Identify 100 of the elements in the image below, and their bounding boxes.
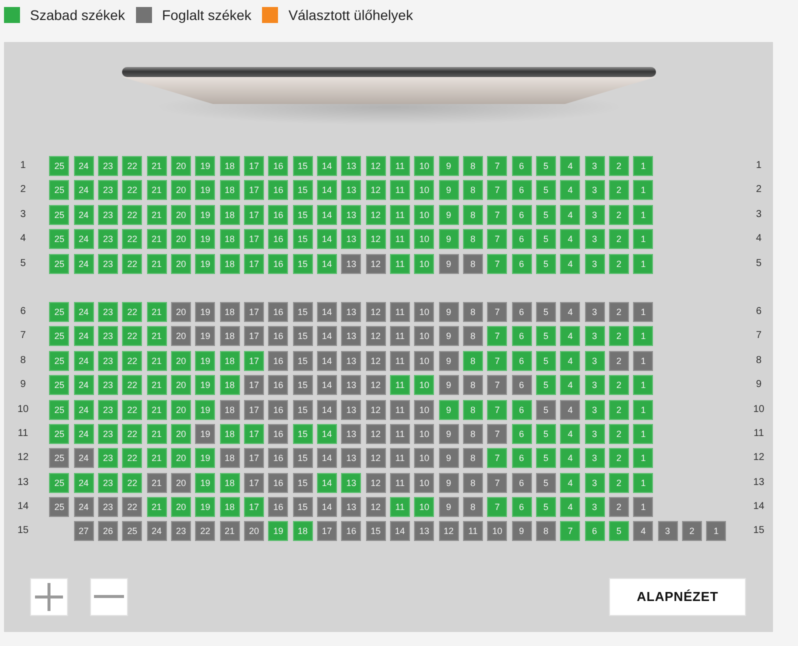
seat[interactable]: 18 <box>220 180 240 200</box>
seat[interactable]: 20 <box>170 350 191 371</box>
seat[interactable]: 22 <box>122 400 142 420</box>
seat[interactable]: 22 <box>122 180 142 200</box>
seat[interactable]: 16 <box>268 180 288 200</box>
seat[interactable]: 8 <box>462 350 483 371</box>
seat[interactable]: 8 <box>462 156 483 176</box>
seat[interactable]: 6 <box>512 448 532 468</box>
seat[interactable]: 2 <box>608 472 629 493</box>
seat[interactable]: 2 <box>608 156 629 176</box>
seat[interactable]: 12 <box>366 229 386 250</box>
seat[interactable]: 6 <box>512 400 532 420</box>
seat[interactable]: 9 <box>438 400 459 420</box>
seat[interactable]: 3 <box>584 424 605 444</box>
seat[interactable]: 24 <box>74 472 94 493</box>
seat[interactable]: 25 <box>49 400 70 420</box>
seat[interactable]: 24 <box>74 302 94 322</box>
seat[interactable]: 21 <box>146 254 167 274</box>
seat[interactable]: 23 <box>98 448 118 468</box>
seat[interactable]: 14 <box>316 472 337 493</box>
seat[interactable]: 23 <box>98 375 118 396</box>
seat[interactable]: 10 <box>414 254 434 274</box>
seat[interactable]: 2 <box>608 180 629 200</box>
seat[interactable]: 24 <box>74 375 94 396</box>
seat[interactable]: 21 <box>146 229 167 250</box>
seat[interactable]: 22 <box>122 375 142 396</box>
seat[interactable]: 15 <box>292 204 313 225</box>
seat[interactable]: 17 <box>244 180 264 200</box>
seat[interactable]: 20 <box>170 180 191 200</box>
seat[interactable]: 3 <box>584 204 605 225</box>
seat[interactable]: 23 <box>98 156 118 176</box>
seat[interactable]: 6 <box>512 424 532 444</box>
seat[interactable]: 6 <box>512 254 532 274</box>
seat[interactable]: 16 <box>268 156 288 176</box>
seat[interactable]: 13 <box>341 156 362 176</box>
seat[interactable]: 23 <box>98 350 118 371</box>
seat[interactable]: 4 <box>560 156 580 176</box>
seat[interactable]: 4 <box>560 375 580 396</box>
seat[interactable]: 25 <box>49 350 70 371</box>
seat[interactable]: 25 <box>49 254 70 274</box>
seat[interactable]: 16 <box>268 254 288 274</box>
seat[interactable]: 22 <box>122 229 142 250</box>
seat[interactable]: 18 <box>220 204 240 225</box>
seat[interactable]: 20 <box>170 400 191 420</box>
seat[interactable]: 2 <box>608 229 629 250</box>
seat[interactable]: 8 <box>462 180 483 200</box>
seat[interactable]: 5 <box>536 350 556 371</box>
seat[interactable]: 23 <box>98 180 118 200</box>
seat[interactable]: 1 <box>633 180 654 200</box>
seat[interactable]: 25 <box>49 472 70 493</box>
seat[interactable]: 20 <box>170 497 191 518</box>
seat[interactable]: 6 <box>512 350 532 371</box>
seat[interactable]: 5 <box>536 229 556 250</box>
seat[interactable]: 1 <box>633 400 654 420</box>
seat[interactable]: 18 <box>220 497 240 518</box>
seat[interactable]: 6 <box>512 229 532 250</box>
seat[interactable]: 7 <box>487 400 508 420</box>
seat[interactable]: 15 <box>292 424 313 444</box>
seat[interactable]: 24 <box>74 424 94 444</box>
seat[interactable]: 4 <box>560 472 580 493</box>
seat[interactable]: 19 <box>268 521 288 542</box>
seat[interactable]: 25 <box>49 424 70 444</box>
seat[interactable]: 15 <box>292 180 313 200</box>
seat[interactable]: 20 <box>170 156 191 176</box>
seat[interactable]: 5 <box>536 326 556 346</box>
seat[interactable]: 3 <box>584 375 605 396</box>
seat[interactable]: 7 <box>487 448 508 468</box>
seat[interactable]: 6 <box>512 156 532 176</box>
seat[interactable]: 11 <box>390 497 410 518</box>
seat[interactable]: 6 <box>512 180 532 200</box>
seat[interactable]: 20 <box>170 229 191 250</box>
seat[interactable]: 24 <box>74 254 94 274</box>
seat[interactable]: 16 <box>268 229 288 250</box>
seat[interactable]: 15 <box>292 229 313 250</box>
seat[interactable]: 9 <box>438 229 459 250</box>
seat[interactable]: 5 <box>536 375 556 396</box>
seat[interactable]: 4 <box>560 180 580 200</box>
seat[interactable]: 3 <box>584 497 605 518</box>
seat[interactable]: 25 <box>49 302 70 322</box>
seat[interactable]: 14 <box>316 229 337 250</box>
seat[interactable]: 24 <box>74 156 94 176</box>
seat[interactable]: 20 <box>170 254 191 274</box>
seat[interactable]: 7 <box>487 350 508 371</box>
seat[interactable]: 18 <box>220 350 240 371</box>
seat[interactable]: 23 <box>98 326 118 346</box>
seat[interactable]: 7 <box>487 254 508 274</box>
seat[interactable]: 10 <box>414 229 434 250</box>
seat[interactable]: 2 <box>608 448 629 468</box>
seat[interactable]: 2 <box>608 254 629 274</box>
seat[interactable]: 21 <box>146 448 167 468</box>
seat[interactable]: 22 <box>122 424 142 444</box>
seat[interactable]: 19 <box>195 497 216 518</box>
seat[interactable]: 18 <box>220 254 240 274</box>
seat[interactable]: 11 <box>390 204 410 225</box>
seat[interactable]: 7 <box>487 229 508 250</box>
seat[interactable]: 20 <box>170 375 191 396</box>
seat[interactable]: 8 <box>462 204 483 225</box>
seat[interactable]: 20 <box>170 448 191 468</box>
seat[interactable]: 21 <box>146 375 167 396</box>
seat[interactable]: 22 <box>122 254 142 274</box>
